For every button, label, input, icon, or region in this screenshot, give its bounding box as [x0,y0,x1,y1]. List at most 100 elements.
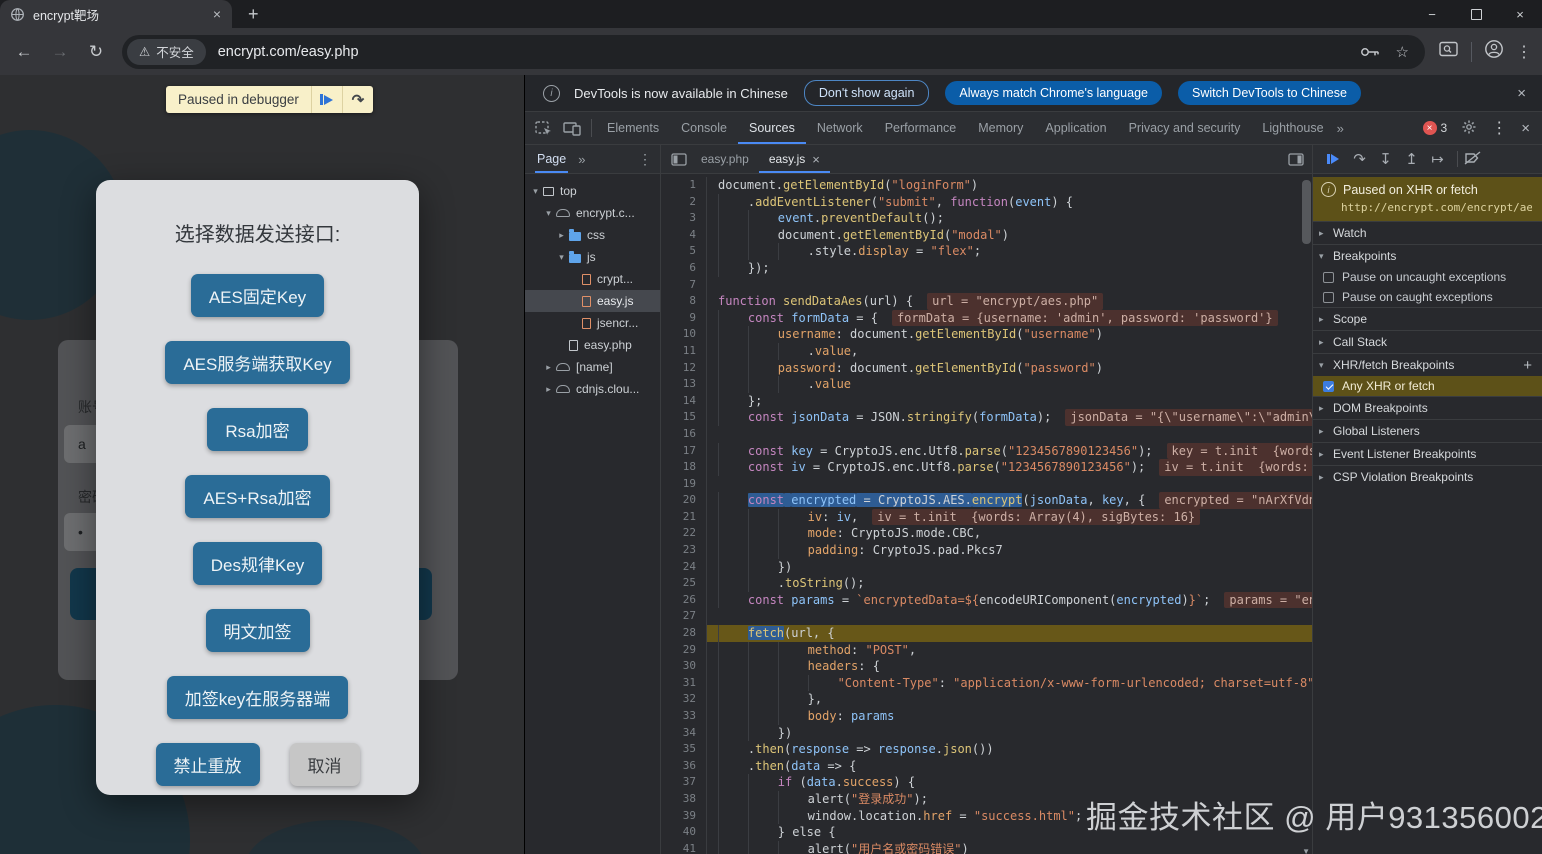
gutter-line-number[interactable]: 38 [661,791,707,808]
gutter-line-number[interactable]: 4 [661,227,707,244]
file-tree-item[interactable]: ▸[name] [525,356,660,378]
devtools-close-icon[interactable]: × [1521,120,1530,137]
checkbox[interactable] [1323,272,1334,283]
sidebar-option-row[interactable]: Any XHR or fetch [1313,376,1542,396]
navigator-menu-icon[interactable]: ⋮ [638,151,652,168]
file-tree-item[interactable]: ▾top [525,180,660,202]
tree-expander-icon[interactable]: ▾ [555,252,568,263]
devtools-tab-memory[interactable]: Memory [967,112,1034,144]
sidebar-section-call-stack[interactable]: ▸Call Stack [1313,330,1542,353]
devtools-tab-network[interactable]: Network [806,112,874,144]
switch-to-chinese-button[interactable]: Switch DevTools to Chinese [1178,81,1361,105]
tree-expander-icon[interactable]: ▸ [555,230,568,241]
url-text[interactable]: encrypt.com/easy.php [218,44,1360,60]
inspect-element-icon[interactable] [535,120,553,136]
devtools-tab-application[interactable]: Application [1034,112,1117,144]
modal-option-button[interactable]: 明文加签 [206,609,310,652]
gutter-line-number[interactable]: 6 [661,260,707,277]
gutter-line-number[interactable]: 7 [661,277,707,294]
file-tree-item[interactable]: easy.js [525,290,660,312]
resume-script-button[interactable] [311,86,342,113]
file-tree-item[interactable]: ▾encrypt.c... [525,202,660,224]
deactivate-breakpoints-icon[interactable] [1464,151,1482,168]
step-icon[interactable]: ↦ [1425,150,1451,168]
gutter-line-number[interactable]: 40 [661,824,707,841]
dont-show-again-button[interactable]: Don't show again [804,80,930,106]
gutter-line-number[interactable]: 16 [661,426,707,443]
sidebar-section-csp-violation-breakpoints[interactable]: ▸CSP Violation Breakpoints [1313,465,1542,488]
gutter-line-number[interactable]: 20 [661,492,707,509]
gutter-line-number[interactable]: 9 [661,310,707,327]
tree-expander-icon[interactable]: ▾ [542,208,555,219]
more-tabs-icon[interactable]: » [1337,121,1344,136]
devtools-tab-performance[interactable]: Performance [874,112,968,144]
modal-option-button[interactable]: AES服务端获取Key [165,341,349,384]
gutter-line-number[interactable]: 25 [661,575,707,592]
sidebar-section-xhr-fetch-breakpoints[interactable]: ▾XHR/fetch Breakpoints+ [1313,353,1542,376]
infobar-close-icon[interactable]: × [1517,85,1526,102]
navigator-more-tabs-icon[interactable]: » [578,152,585,167]
gutter-line-number[interactable]: 11 [661,343,707,360]
resume-script-icon[interactable] [1327,154,1339,164]
gutter-line-number[interactable]: 8 [661,293,707,310]
file-tree-item[interactable]: ▾js [525,246,660,268]
gutter-line-number[interactable]: 10 [661,326,707,343]
gutter-line-number[interactable]: 41 [661,841,707,854]
gutter-line-number[interactable]: 35 [661,741,707,758]
devtools-tab-console[interactable]: Console [670,112,738,144]
gutter-line-number[interactable]: 36 [661,758,707,775]
sidebar-section-watch[interactable]: ▸Watch [1313,221,1542,244]
devtools-tab-sources[interactable]: Sources [738,112,806,144]
modal-option-button[interactable]: 加签key在服务器端 [167,676,348,719]
step-over-button[interactable]: ↷ [342,86,373,113]
gutter-line-number[interactable]: 24 [661,559,707,576]
new-tab-button[interactable]: + [248,4,259,25]
url-bar[interactable]: ⚠ 不安全 encrypt.com/easy.php ☆ [122,35,1425,69]
cancel-button[interactable]: 取消 [290,743,360,786]
gutter-line-number[interactable]: 22 [661,525,707,542]
side-panel-icon[interactable] [1439,41,1459,62]
browser-tab[interactable]: encrypt靶场 × [0,0,232,28]
modal-option-button[interactable]: AES固定Key [191,274,324,317]
gutter-line-number[interactable]: 34 [661,725,707,742]
gutter-line-number[interactable]: 17 [661,443,707,460]
tree-expander-icon[interactable]: ▸ [542,362,555,373]
gutter-line-number[interactable]: 30 [661,658,707,675]
file-tree-item[interactable]: crypt... [525,268,660,290]
restore-button[interactable] [1454,0,1498,28]
gutter-line-number[interactable]: 12 [661,360,707,377]
reload-button[interactable]: ↻ [84,42,108,62]
gutter-line-number[interactable]: 5 [661,243,707,260]
tab-close-icon[interactable]: × [210,6,224,22]
editor-tab-easy-php[interactable]: easy.php [691,145,759,173]
file-tree-item[interactable]: ▸cdnjs.clou... [525,378,660,400]
step-into-icon[interactable]: ↧ [1373,150,1399,168]
devtools-settings-icon[interactable] [1461,119,1477,138]
gutter-line-number[interactable]: 37 [661,774,707,791]
modal-option-button[interactable]: AES+Rsa加密 [185,475,329,518]
checkbox[interactable] [1323,381,1334,392]
gutter-line-number[interactable]: 32 [661,691,707,708]
navigator-tab-page[interactable]: Page [535,145,568,173]
tree-expander-icon[interactable]: ▾ [529,186,542,197]
modal-option-button[interactable]: Rsa加密 [207,408,307,451]
sidebar-section-breakpoints[interactable]: ▾Breakpoints [1313,244,1542,267]
modal-option-button[interactable]: Des规律Key [193,542,323,585]
device-toolbar-icon[interactable] [563,121,581,136]
no-replay-button[interactable]: 禁止重放 [156,743,260,786]
browser-menu-icon[interactable]: ⋮ [1516,42,1532,62]
close-window-button[interactable]: × [1498,0,1542,28]
gutter-line-number[interactable]: 21 [661,509,707,526]
gutter-line-number[interactable]: 31 [661,675,707,692]
tab-close-icon[interactable]: × [812,152,820,167]
bookmark-star-icon[interactable]: ☆ [1396,43,1409,61]
gutter-line-number[interactable]: 15 [661,409,707,426]
back-button[interactable]: ← [12,42,36,62]
sidebar-option-row[interactable]: Pause on uncaught exceptions [1313,267,1542,287]
gutter-line-number[interactable]: 39 [661,808,707,825]
password-key-icon[interactable] [1360,46,1380,58]
gutter-line-number[interactable]: 18 [661,459,707,476]
gutter-line-number[interactable]: 29 [661,642,707,659]
gutter-line-number[interactable]: 23 [661,542,707,559]
gutter-line-number[interactable]: 27 [661,608,707,625]
